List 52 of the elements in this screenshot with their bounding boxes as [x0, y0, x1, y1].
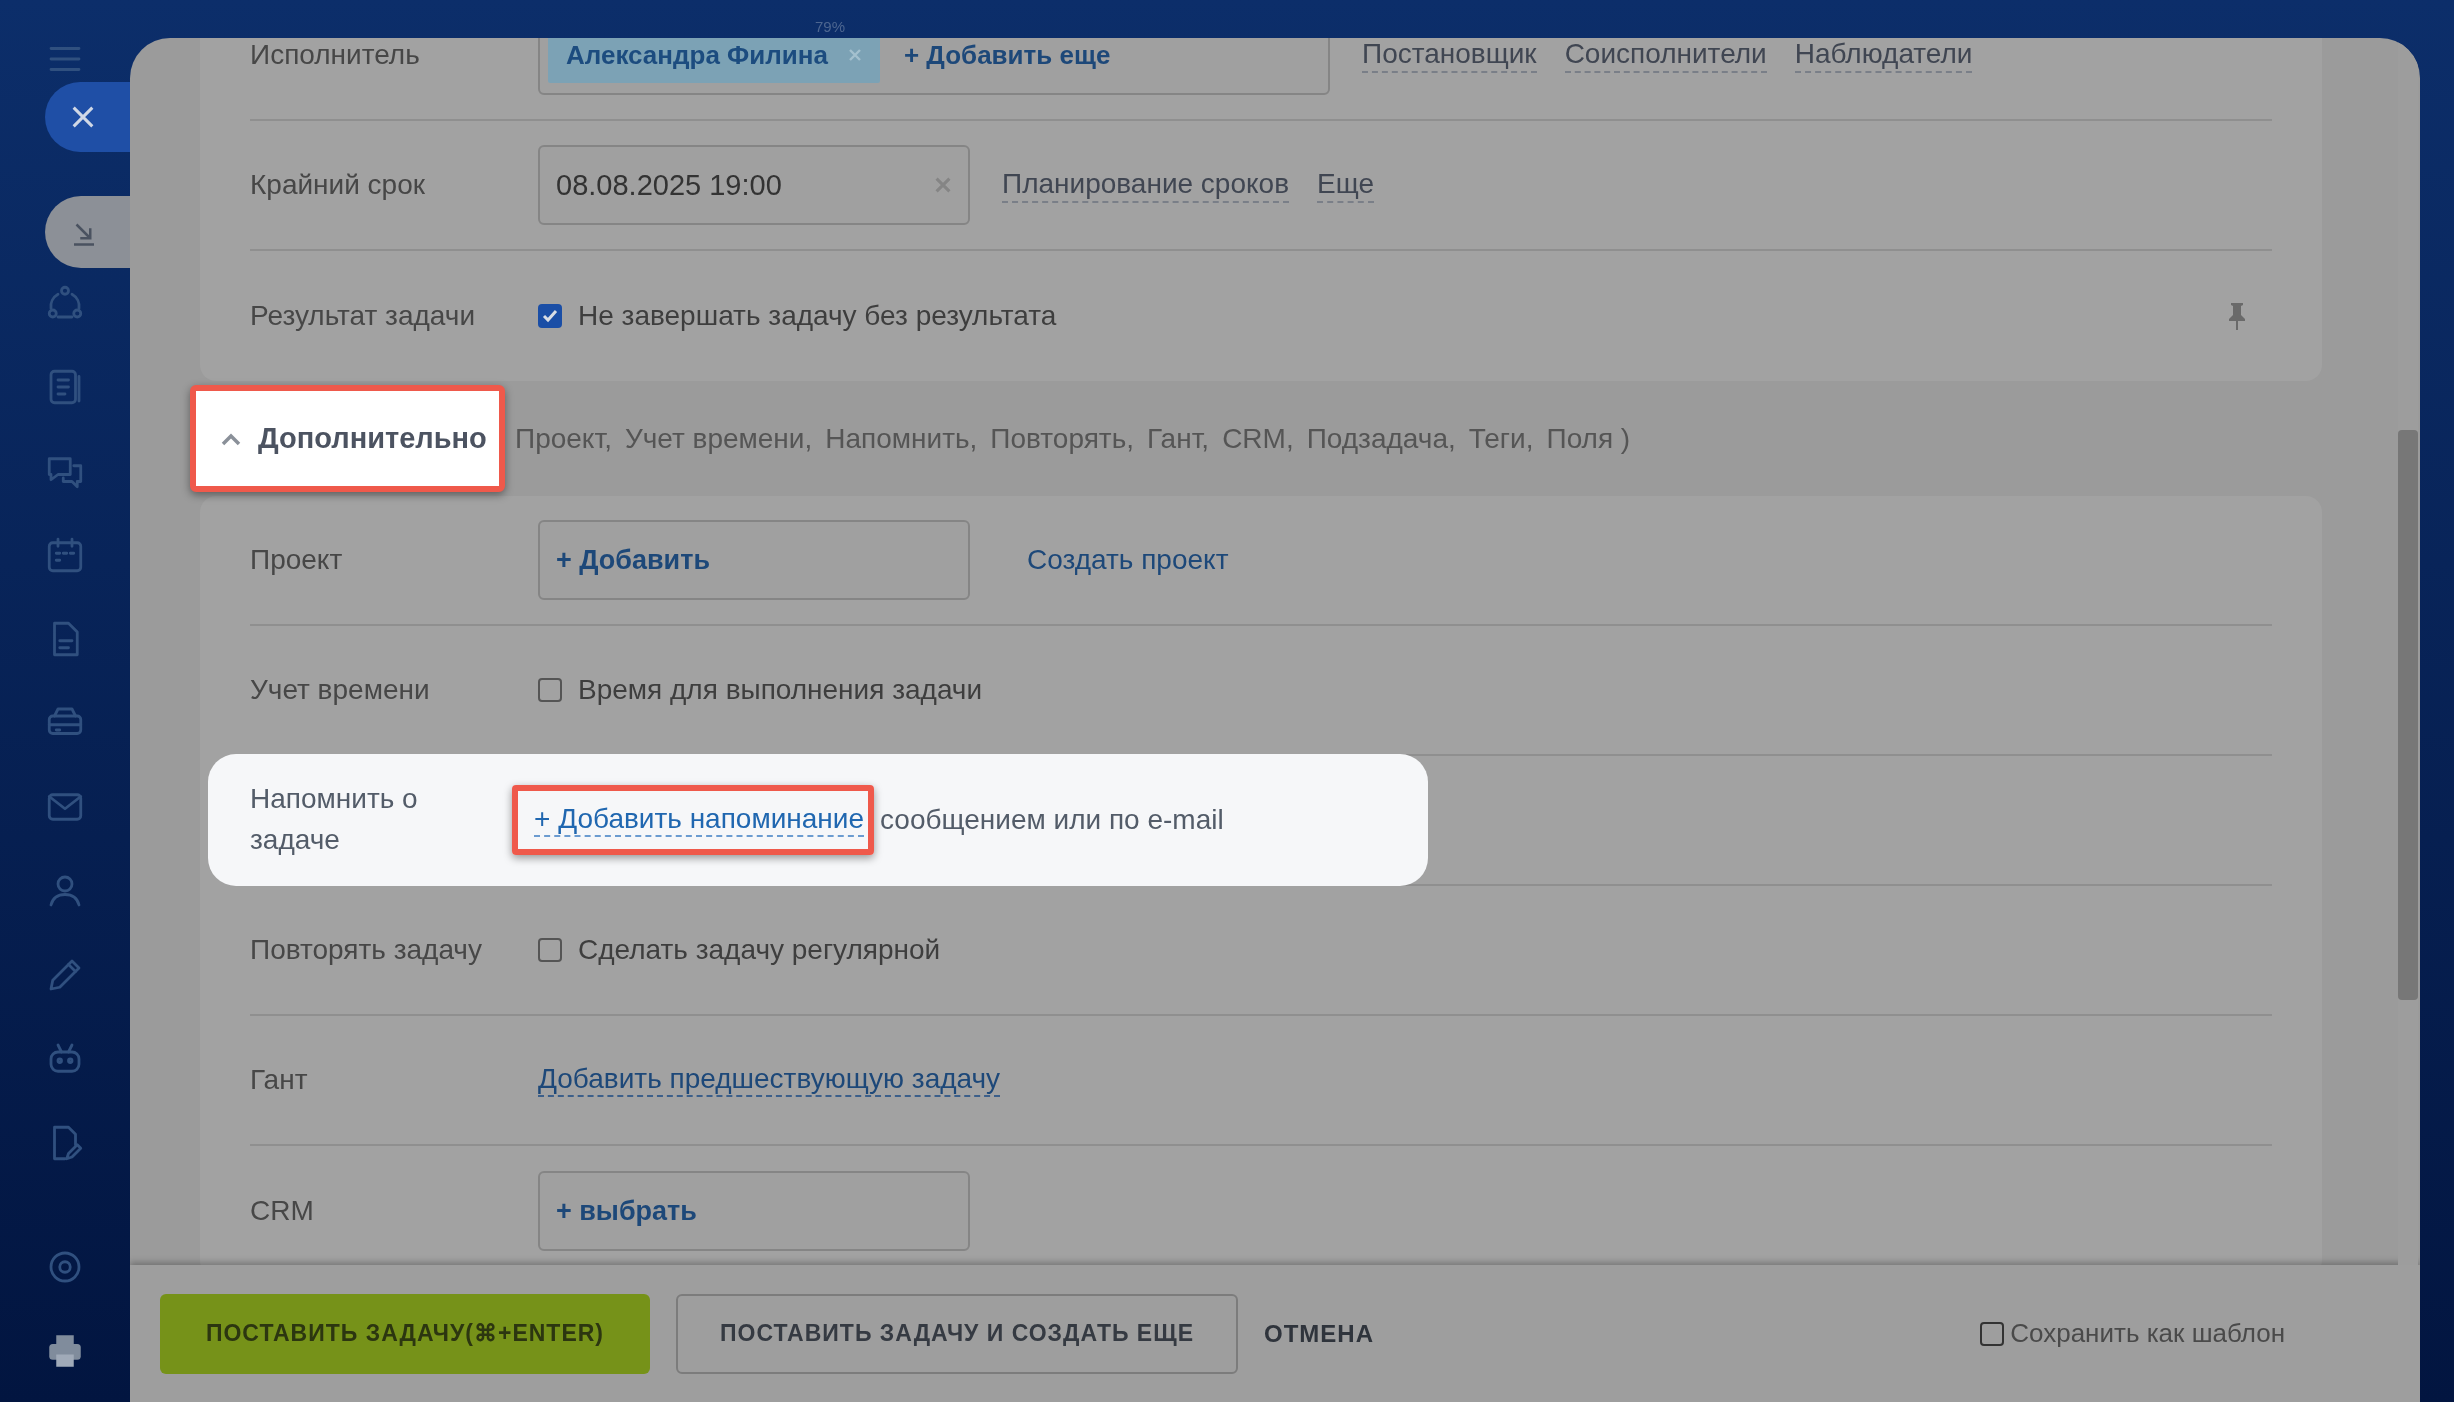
- field-label: Гант: [250, 1062, 309, 1097]
- submit-and-new-button[interactable]: ПОСТАВИТЬ ЗАДАЧУ И СОЗДАТЬ ЕЩЕ: [676, 1293, 1238, 1374]
- section-name[interactable]: Поля ): [1546, 422, 1631, 455]
- person-chip[interactable]: Александра Филина: [548, 38, 880, 83]
- more-toggle[interactable]: Дополнительно: [190, 385, 505, 492]
- role-link[interactable]: Соисполнители: [1564, 38, 1767, 73]
- field-label: Напомнить о задаче: [250, 782, 419, 857]
- add-button[interactable]: + выбрать: [538, 1171, 970, 1251]
- checkbox[interactable]: [538, 938, 562, 962]
- section-name[interactable]: Гант,: [1147, 422, 1210, 455]
- clear-icon[interactable]: [934, 176, 952, 194]
- checkbox-label: Сохранить как шаблон: [2010, 1318, 2285, 1349]
- field-label: CRM: [250, 1193, 315, 1228]
- checkbox[interactable]: [538, 678, 562, 702]
- assignee-field[interactable]: Александра Филина + Добавить еще: [538, 38, 1330, 95]
- section-name[interactable]: Учет времени,: [624, 422, 813, 455]
- section-name[interactable]: Повторять,: [990, 422, 1134, 455]
- add-button[interactable]: + Добавить: [538, 520, 970, 600]
- section-name[interactable]: Теги,: [1468, 422, 1534, 455]
- field-label: Учет времени: [250, 672, 431, 707]
- zoom-label: 79%: [815, 18, 846, 35]
- checkbox[interactable]: [1980, 1321, 2005, 1346]
- section-name[interactable]: Напомнить,: [825, 422, 978, 455]
- add-more-link[interactable]: + Добавить еще: [903, 39, 1111, 71]
- field-label: Проект: [250, 542, 344, 577]
- section-name[interactable]: Подзадача,: [1306, 422, 1456, 455]
- checkbox-label: Время для выполнения задачи: [578, 674, 983, 706]
- check-icon: [541, 307, 559, 325]
- close-button[interactable]: [45, 82, 130, 152]
- create-link[interactable]: Создать проект: [1027, 544, 1229, 576]
- collapse-button[interactable]: [45, 196, 130, 268]
- option-link[interactable]: Еще: [1317, 167, 1374, 203]
- role-link[interactable]: Наблюдатели: [1794, 38, 1973, 73]
- checkbox[interactable]: [538, 304, 562, 328]
- checkbox-label: Не завершать задачу без результата: [578, 300, 1057, 332]
- field-label: Крайний срок: [250, 167, 426, 202]
- role-link[interactable]: Постановщик: [1362, 38, 1537, 73]
- field-label: Исполнитель: [250, 38, 421, 72]
- submit-button[interactable]: ПОСТАВИТЬ ЗАДАЧУ(⌘+ENTER): [160, 1293, 650, 1374]
- add-reminder-link[interactable]: + Добавить напоминание: [512, 785, 875, 855]
- date-field[interactable]: 08.08.2025 19:00: [538, 145, 970, 225]
- section-name[interactable]: CRM,: [1222, 422, 1294, 455]
- option-link[interactable]: Планирование сроков: [1002, 167, 1290, 203]
- cancel-button[interactable]: ОТМЕНА: [1264, 1319, 1374, 1348]
- checkbox-label: Сделать задачу регулярной: [578, 934, 941, 966]
- pin-icon[interactable]: [2226, 301, 2248, 331]
- reminder-hint: сообщением или по e-mail: [880, 804, 1224, 836]
- predecessor-link[interactable]: Добавить предшествующую задачу: [538, 1063, 1001, 1097]
- field-label: Результат задачи: [250, 298, 477, 333]
- section-name[interactable]: Проект,: [515, 422, 612, 455]
- field-label: Повторять задачу: [250, 932, 483, 967]
- close-icon[interactable]: [847, 48, 862, 62]
